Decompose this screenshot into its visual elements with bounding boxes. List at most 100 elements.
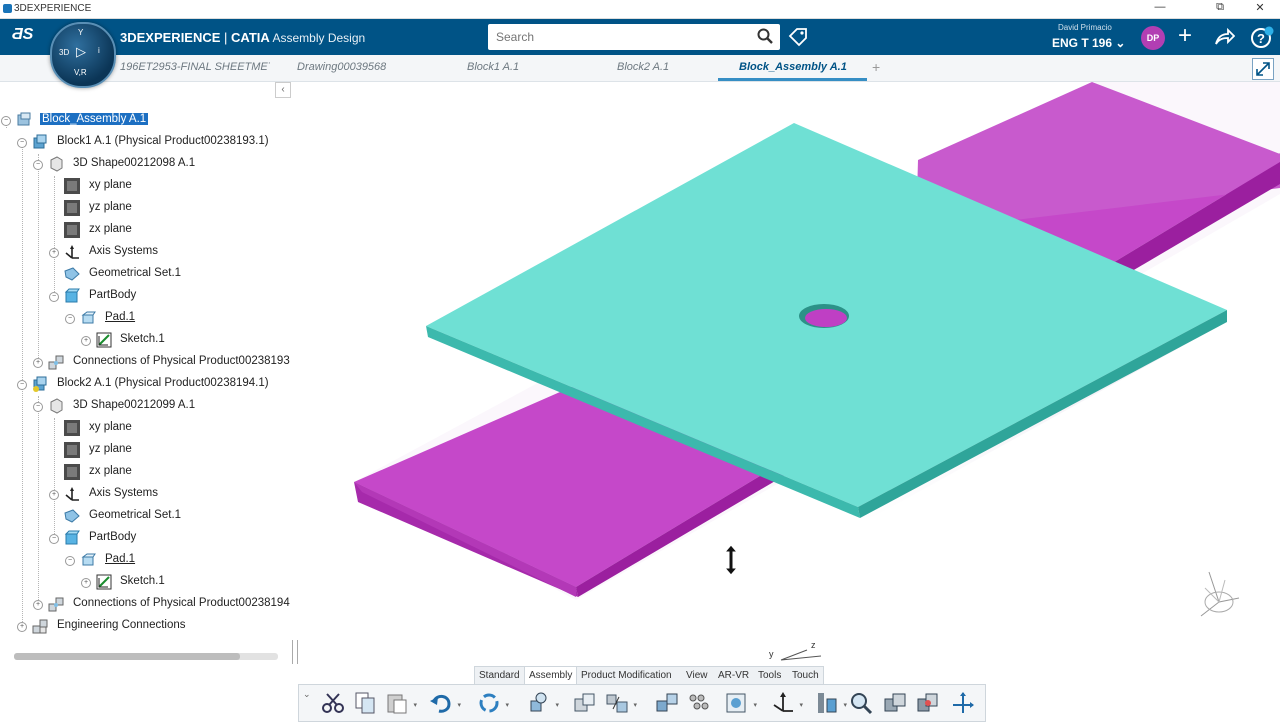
share-icon[interactable] [1213, 26, 1236, 54]
tab-tools[interactable]: Tools [758, 670, 781, 681]
action-bar-chevron-icon[interactable]: ⌄ [303, 689, 311, 700]
app-header: ƋS 3DEXPERIENCE | CATIA Assembly Design … [0, 19, 1280, 55]
document-tabs: 196ET2953-FINAL SHEETMETAL Drawing000395… [0, 55, 1280, 82]
tree-item-block-assembly[interactable]: − Block_Assembly A.1 [0, 111, 280, 129]
assembly-icon [16, 112, 32, 128]
minimize-button[interactable]: — [1140, 1, 1180, 13]
tree-horizontal-scrollbar[interactable] [14, 653, 278, 660]
pattern-icon[interactable] [687, 691, 711, 715]
explode-icon[interactable] [655, 691, 679, 715]
search-icon[interactable] [757, 28, 773, 47]
tree-item-sketch-2[interactable]: + Sketch.1 [80, 573, 280, 591]
3d-viewport[interactable] [296, 82, 1280, 720]
tab-standard[interactable]: Standard [479, 670, 520, 681]
partbody-icon [64, 530, 80, 546]
robot-orientation-icon[interactable] [1195, 568, 1243, 627]
tree-item-engineering-connections[interactable]: + Engineering Connections [16, 617, 286, 635]
tab-drawing[interactable]: Drawing00039568 [297, 61, 386, 73]
compare-icon[interactable] [883, 691, 907, 715]
fit-all-button[interactable] [1252, 58, 1274, 80]
engineering-connections-icon [32, 618, 48, 634]
update-icon[interactable]: ▾ [477, 691, 509, 715]
restore-button[interactable]: ⧉ [1200, 1, 1240, 14]
plane-icon [64, 442, 80, 458]
tab-assembly[interactable]: Assembly [524, 667, 578, 685]
shape-icon [48, 398, 64, 414]
tree-item-partbody-2[interactable]: − PartBody [48, 529, 268, 547]
section-icon[interactable]: ▾ [725, 691, 757, 715]
tag-icon[interactable] [788, 27, 808, 50]
close-window-button[interactable]: ✕ [1240, 1, 1280, 14]
undo-icon[interactable]: ▾ [429, 691, 461, 715]
collab-space-selector[interactable]: ENG T 196 ⌄ [1052, 36, 1125, 50]
tree-item-sketch-1[interactable]: + Sketch.1 [80, 331, 280, 349]
search-box[interactable] [488, 24, 780, 50]
add-tab-icon[interactable]: + [872, 59, 880, 75]
connections-icon [48, 596, 64, 612]
replace-icon[interactable]: ▾ [605, 691, 637, 715]
copy-icon[interactable] [353, 691, 377, 715]
sketch-icon [96, 332, 112, 348]
new-product-icon[interactable]: ▾ [527, 691, 559, 715]
axis-icon[interactable]: ▾ [771, 691, 803, 715]
tree-item-3d-shape-2[interactable]: − 3D Shape00212099 A.1 [32, 397, 302, 415]
active-tab-indicator [718, 78, 867, 81]
ds-logo-icon: ƋS [12, 26, 34, 43]
move-icon[interactable] [951, 691, 975, 715]
tab-block-assembly[interactable]: Block_Assembly A.1 [739, 61, 847, 73]
collapse-panel-button[interactable]: ‹ [275, 82, 291, 98]
tab-ar-vr[interactable]: AR-VR [718, 670, 749, 681]
scrollbar-thumb[interactable] [14, 653, 240, 660]
tree-item-yz-plane-2[interactable]: yz plane [64, 441, 264, 459]
product-icon [32, 134, 48, 150]
tree-item-xy-plane-2[interactable]: xy plane [64, 419, 264, 437]
plane-icon [64, 464, 80, 480]
insert-existing-icon[interactable] [573, 691, 597, 715]
geometrical-set-icon [64, 266, 80, 282]
tree-item-partbody-1[interactable]: − PartBody [48, 287, 268, 305]
tab-block2[interactable]: Block2 A.1 [617, 61, 669, 73]
mini-axes-indicator: y z [767, 640, 827, 668]
tree-item-3d-shape-1[interactable]: − 3D Shape00212098 A.1 [32, 155, 302, 173]
play-icon[interactable]: ▷ [76, 44, 86, 60]
tree-item-block2[interactable]: − Block2 A.1 (Physical Product00238194.1… [16, 375, 296, 393]
tab-touch[interactable]: Touch [792, 670, 819, 681]
split-icon[interactable]: ▾ [815, 691, 847, 715]
tree-item-geometrical-set-2[interactable]: Geometrical Set.1 [48, 507, 268, 525]
tab-view[interactable]: View [686, 670, 708, 681]
tree-item-connections-2[interactable]: + Connections of Physical Product0023819… [32, 595, 302, 613]
tree-item-xy-plane-1[interactable]: xy plane [64, 177, 264, 195]
tree-item-zx-plane-1[interactable]: zx plane [64, 221, 264, 239]
cut-icon[interactable] [321, 691, 345, 715]
3d-scene[interactable] [296, 82, 1280, 720]
geometrical-set-icon [64, 508, 80, 524]
tab-sheetmetal[interactable]: 196ET2953-FINAL SHEETMETAL [120, 61, 270, 73]
tree-item-yz-plane-1[interactable]: yz plane [64, 199, 264, 217]
axis-system-icon [64, 486, 80, 502]
user-name: David Primacio [1058, 23, 1112, 32]
tree-item-geometrical-set-1[interactable]: Geometrical Set.1 [48, 265, 268, 283]
tree-item-zx-plane-2[interactable]: zx plane [64, 463, 264, 481]
check-icon[interactable] [849, 691, 873, 715]
tree-item-axis-systems-2[interactable]: + Axis Systems [48, 485, 268, 503]
tree-item-block1[interactable]: − Block1 A.1 (Physical Product00238193.1… [16, 133, 296, 151]
paste-icon[interactable]: ▾ [385, 691, 417, 715]
app-logo-icon [3, 4, 12, 13]
tree-item-pad-2[interactable]: − Pad.1 [64, 551, 264, 569]
clash-icon[interactable] [915, 691, 939, 715]
avatar[interactable]: DP [1141, 26, 1165, 50]
compass-widget[interactable]: Y 3D ▷ i V,R [50, 22, 116, 88]
connections-icon [48, 354, 64, 370]
tab-block1[interactable]: Block1 A.1 [467, 61, 519, 73]
tree-item-axis-systems-1[interactable]: + Axis Systems [48, 243, 268, 261]
partbody-icon [64, 288, 80, 304]
search-input[interactable] [494, 29, 748, 45]
tab-product-modification[interactable]: Product Modification [581, 670, 672, 681]
tree-item-pad-1[interactable]: − Pad.1 [64, 309, 264, 327]
add-icon[interactable]: + [1178, 22, 1192, 50]
axis-system-icon [64, 244, 80, 260]
tree-item-connections-1[interactable]: + Connections of Physical Product0023819… [32, 353, 302, 371]
action-bar: ⌄ ▾ ▾ ▾ ▾ ▾ ▾ ▾ ▾ [298, 684, 986, 722]
help-icon[interactable]: ? [1250, 26, 1274, 56]
product-icon [32, 376, 48, 392]
